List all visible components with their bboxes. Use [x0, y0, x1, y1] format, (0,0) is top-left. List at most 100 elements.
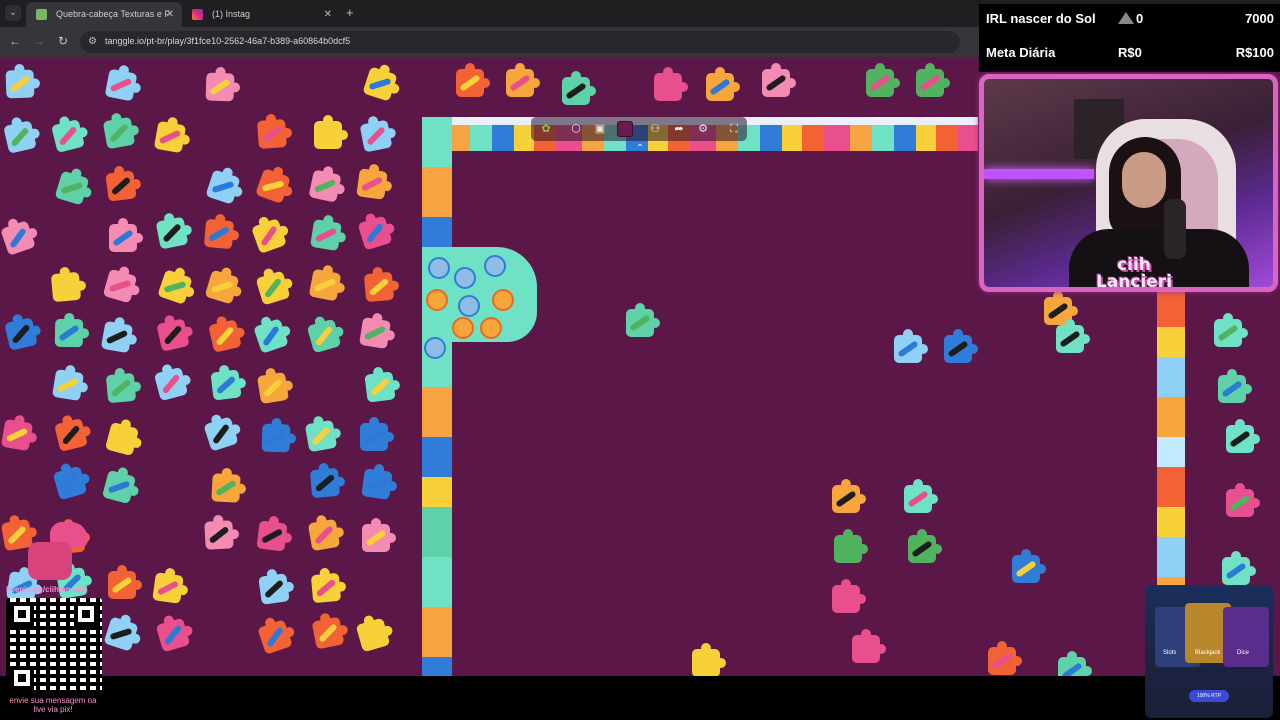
loose-puzzle-piece[interactable]: [363, 271, 395, 303]
loose-puzzle-piece[interactable]: [361, 468, 393, 500]
loose-puzzle-piece[interactable]: [894, 329, 928, 363]
close-tab-icon[interactable]: ✕: [324, 2, 332, 27]
loose-puzzle-piece[interactable]: [102, 116, 136, 150]
loose-puzzle-piece[interactable]: [562, 71, 596, 105]
loose-puzzle-piece[interactable]: [832, 579, 866, 613]
loose-puzzle-piece[interactable]: [153, 366, 189, 402]
loose-puzzle-piece[interactable]: [255, 270, 291, 306]
url-field[interactable]: ⚙ tanggle.io/pt-br/play/3f1fce10-2562-46…: [80, 31, 960, 53]
loose-puzzle-piece[interactable]: [0, 418, 34, 452]
loose-puzzle-piece[interactable]: [988, 641, 1022, 675]
loose-puzzle-piece[interactable]: [692, 643, 726, 676]
loose-puzzle-piece[interactable]: [360, 417, 394, 451]
loose-puzzle-piece[interactable]: [908, 529, 942, 563]
loose-puzzle-piece[interactable]: [1226, 419, 1260, 453]
loose-puzzle-piece[interactable]: [205, 169, 241, 205]
loose-puzzle-piece[interactable]: [204, 520, 234, 550]
loose-puzzle-piece[interactable]: [832, 479, 866, 513]
loose-puzzle-piece[interactable]: [157, 269, 193, 305]
loose-puzzle-piece[interactable]: [362, 66, 398, 102]
loose-puzzle-piece[interactable]: [50, 271, 82, 303]
loose-puzzle-piece[interactable]: [105, 170, 137, 202]
loose-puzzle-piece[interactable]: [306, 318, 342, 354]
loose-puzzle-piece[interactable]: [253, 318, 289, 354]
loose-puzzle-piece[interactable]: [355, 617, 391, 653]
loose-puzzle-piece[interactable]: [251, 218, 287, 254]
loose-puzzle-piece[interactable]: [456, 63, 490, 97]
loose-puzzle-piece[interactable]: [359, 119, 393, 153]
loose-puzzle-piece[interactable]: [105, 372, 137, 404]
loose-puzzle-piece[interactable]: [654, 67, 688, 101]
tab-instagram[interactable]: (1) Instag ✕: [182, 2, 340, 27]
tab-puzzle[interactable]: Quebra-cabeça Texturas e F ✕: [26, 2, 182, 27]
loose-puzzle-piece[interactable]: [904, 479, 938, 513]
back-button[interactable]: ←: [7, 34, 23, 48]
loose-puzzle-piece[interactable]: [762, 63, 796, 97]
loose-puzzle-piece[interactable]: [54, 170, 90, 206]
loose-puzzle-piece[interactable]: [866, 63, 900, 97]
loose-puzzle-piece[interactable]: [211, 473, 241, 503]
loose-puzzle-piece[interactable]: [261, 423, 291, 453]
loose-puzzle-piece[interactable]: [101, 469, 137, 505]
loose-puzzle-piece[interactable]: [100, 320, 134, 354]
loose-puzzle-piece[interactable]: [852, 629, 886, 663]
loose-puzzle-piece[interactable]: [309, 467, 341, 499]
loose-puzzle-piece[interactable]: [307, 518, 341, 552]
tab-search-button[interactable]: ⌄: [5, 5, 21, 21]
loose-puzzle-piece[interactable]: [304, 419, 338, 453]
loose-puzzle-piece[interactable]: [257, 119, 287, 149]
puzzle-app-icon[interactable]: ✿: [537, 120, 555, 138]
loose-puzzle-piece[interactable]: [155, 216, 189, 250]
loose-puzzle-piece[interactable]: [1214, 313, 1248, 347]
loose-puzzle-piece[interactable]: [916, 63, 950, 97]
loose-puzzle-piece[interactable]: [153, 120, 187, 154]
loose-puzzle-piece[interactable]: [310, 572, 342, 604]
loose-puzzle-piece[interactable]: [54, 418, 88, 452]
settings-icon[interactable]: ⚙: [694, 120, 712, 138]
loose-puzzle-piece[interactable]: [314, 115, 348, 149]
loose-puzzle-piece[interactable]: [203, 218, 235, 250]
loose-puzzle-piece[interactable]: [362, 518, 396, 552]
loose-puzzle-piece[interactable]: [256, 520, 288, 552]
loose-puzzle-piece[interactable]: [257, 619, 293, 655]
loose-puzzle-piece[interactable]: [308, 169, 342, 203]
loose-puzzle-piece[interactable]: [944, 329, 978, 363]
background-color-swatch[interactable]: [617, 121, 633, 137]
loose-puzzle-piece[interactable]: [256, 371, 290, 405]
loose-puzzle-piece[interactable]: [1222, 551, 1256, 585]
loose-puzzle-piece[interactable]: [208, 319, 242, 353]
loose-puzzle-piece[interactable]: [357, 215, 393, 251]
loose-puzzle-piece[interactable]: [358, 316, 392, 350]
loose-puzzle-piece[interactable]: [108, 565, 142, 599]
loose-puzzle-piece[interactable]: [356, 168, 388, 200]
loose-puzzle-piece[interactable]: [203, 416, 239, 452]
loose-puzzle-piece[interactable]: [109, 218, 143, 252]
close-tab-icon[interactable]: ✕: [166, 2, 174, 27]
loose-puzzle-piece[interactable]: [364, 371, 396, 403]
loose-puzzle-piece[interactable]: [51, 368, 85, 402]
loose-puzzle-piece[interactable]: [104, 421, 140, 457]
loose-puzzle-piece[interactable]: [210, 369, 242, 401]
image-preview-icon[interactable]: ▣: [591, 120, 609, 138]
loose-puzzle-piece[interactable]: [156, 318, 190, 352]
loose-puzzle-piece[interactable]: [104, 68, 138, 102]
forward-button[interactable]: →: [31, 34, 47, 48]
loose-puzzle-piece[interactable]: [309, 218, 343, 252]
loose-puzzle-piece[interactable]: [258, 573, 290, 605]
loose-puzzle-piece[interactable]: [1058, 651, 1092, 676]
loose-puzzle-piece[interactable]: [1056, 319, 1090, 353]
loose-puzzle-piece[interactable]: [4, 317, 38, 351]
loose-puzzle-piece[interactable]: [102, 268, 138, 304]
collapse-toolbar-button[interactable]: ⌃: [632, 143, 648, 157]
loose-puzzle-piece[interactable]: [834, 529, 868, 563]
players-icon[interactable]: ⚇: [646, 120, 664, 138]
loose-puzzle-piece[interactable]: [706, 67, 740, 101]
loose-puzzle-piece[interactable]: [311, 616, 345, 650]
site-info-icon[interactable]: ⚙: [88, 36, 100, 48]
loose-puzzle-piece[interactable]: [155, 617, 191, 653]
fullscreen-icon[interactable]: ⛶: [725, 120, 743, 138]
loose-puzzle-piece[interactable]: [5, 69, 35, 99]
loose-puzzle-piece[interactable]: [54, 318, 84, 348]
loose-puzzle-piece[interactable]: [205, 72, 235, 102]
loose-puzzle-piece[interactable]: [506, 63, 540, 97]
